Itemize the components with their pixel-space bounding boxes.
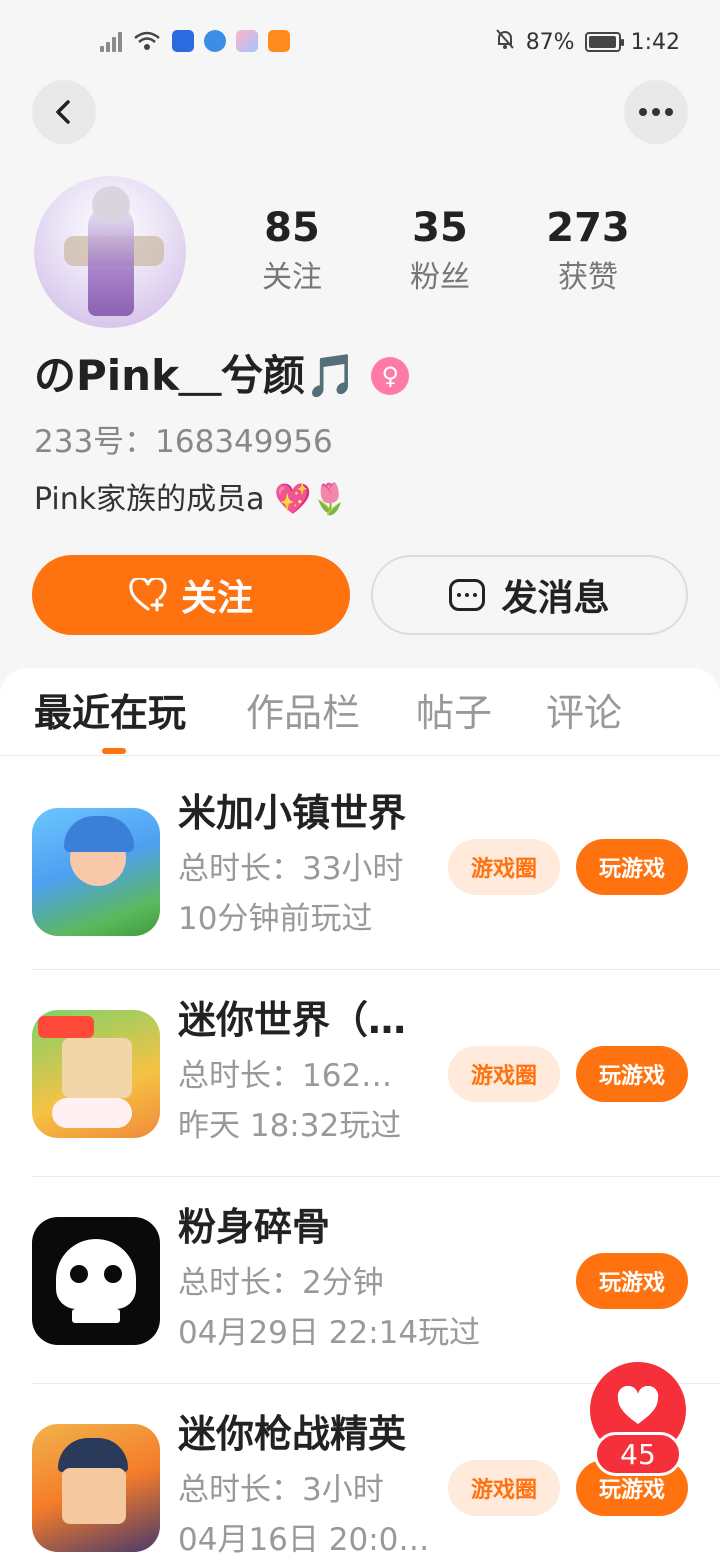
game-last-played: 昨天 18:32玩过 [178, 1108, 402, 1144]
stat-label: 粉丝 [410, 260, 470, 295]
stat-following[interactable]: 85 关注 [218, 200, 366, 298]
clock: 1:42 [630, 29, 680, 55]
follow-label: 关注 [180, 577, 253, 618]
game-icon [32, 1010, 160, 1138]
game-last-played: 04月16日 20:0… [178, 1522, 430, 1558]
game-title: 迷你世界（… [178, 998, 407, 1042]
game-title: 迷你枪战精英 [178, 1412, 407, 1456]
profile-stats: 85 关注 35 粉丝 273 获赞 [218, 200, 662, 298]
like-count-badge: 45 [594, 1432, 682, 1476]
game-icon [32, 1217, 160, 1345]
game-icon [32, 808, 160, 936]
tab-bar: 最近在玩 作品栏 帖子 评论 [0, 668, 720, 756]
game-row[interactable]: 粉身碎骨 总时长：2分钟 04月29日 22:14玩过 玩游戏 [0, 1177, 720, 1384]
status-icons-right: 87% 1:42 [494, 28, 680, 56]
game-last-played: 04月29日 22:14玩过 [178, 1315, 481, 1351]
gallery-app-icon [236, 30, 258, 52]
game-circle-button[interactable]: 游戏圈 [448, 839, 560, 895]
play-game-button[interactable]: 玩游戏 [576, 839, 688, 895]
tab-works[interactable]: 作品栏 [246, 688, 360, 738]
stat-value: 35 [412, 205, 468, 251]
battery-icon [584, 32, 624, 52]
play-game-button[interactable]: 玩游戏 [576, 1046, 688, 1102]
stat-label: 获赞 [558, 260, 618, 295]
battery-percent: 87% [525, 29, 575, 55]
tab-comments[interactable]: 评论 [546, 688, 622, 738]
stat-value: 273 [546, 205, 630, 251]
chevron-left-icon [56, 100, 70, 124]
tab-posts[interactable]: 帖子 [416, 688, 492, 738]
status-icons-left [100, 30, 290, 52]
bio: Pink家族的成员a 💖🌷 [34, 482, 349, 517]
follow-button[interactable]: 关注 [32, 555, 350, 635]
game-circle-button[interactable]: 游戏圈 [448, 1460, 560, 1516]
game-row[interactable]: 米加小镇世界 总时长：33小时 10分钟前玩过 游戏圈 玩游戏 [0, 763, 720, 970]
message-button[interactable]: 发消息 [371, 555, 688, 635]
game-title: 米加小镇世界 [178, 791, 407, 835]
user-id: 233号：168349956 [34, 424, 333, 460]
female-gender-icon: ♀ [371, 357, 410, 395]
game-row[interactable]: 迷你世界（… 总时长：162… 昨天 18:32玩过 游戏圈 玩游戏 [0, 970, 720, 1177]
game-circle-button[interactable]: 游戏圈 [448, 1046, 560, 1102]
stat-likes[interactable]: 273 获赞 [514, 200, 662, 298]
game-icon [32, 1424, 160, 1552]
video-app-icon [268, 30, 290, 52]
chat-bubble-icon [449, 579, 486, 611]
stat-followers[interactable]: 35 粉丝 [366, 200, 514, 298]
game-duration: 总时长：162… [178, 1058, 393, 1094]
back-button[interactable] [32, 80, 96, 144]
message-label: 发消息 [501, 577, 610, 618]
heart-icon [617, 1386, 659, 1424]
name-row: のPink＿兮颜🎵 ♀ [34, 348, 410, 404]
mute-bell-icon [494, 28, 516, 56]
signal-icon [100, 30, 124, 52]
game-title: 粉身碎骨 [178, 1205, 331, 1249]
avatar[interactable] [34, 176, 186, 328]
game-duration: 总时长：33小时 [178, 851, 404, 887]
heart-plus-icon [129, 576, 167, 612]
game-duration: 总时长：2分钟 [178, 1265, 384, 1301]
more-dots-icon [639, 108, 673, 116]
username: のPink＿兮颜🎵 [34, 351, 358, 400]
tab-recent-played[interactable]: 最近在玩 [34, 688, 186, 738]
game-duration: 总时长：3小时 [178, 1472, 384, 1508]
stat-value: 85 [264, 205, 320, 251]
status-bar: 87% 1:42 [0, 0, 720, 84]
wifi-icon [134, 30, 162, 52]
browser-app-icon [204, 30, 226, 52]
stat-label: 关注 [262, 260, 322, 295]
game-last-played: 10分钟前玩过 [178, 901, 373, 937]
baidu-app-icon [172, 30, 194, 52]
more-button[interactable] [624, 80, 688, 144]
play-game-button[interactable]: 玩游戏 [576, 1253, 688, 1309]
tab-indicator [102, 748, 126, 754]
